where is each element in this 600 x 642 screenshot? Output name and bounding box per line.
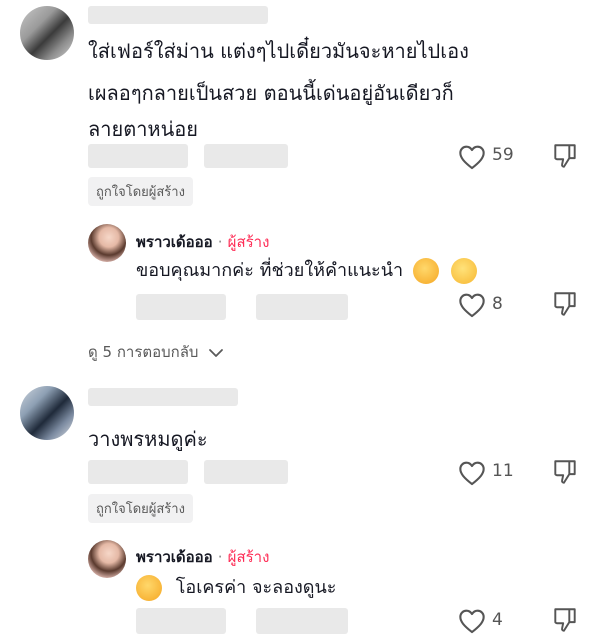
separator-dot: · <box>217 233 223 251</box>
smiling-face-with-hearts-emoji <box>136 575 162 601</box>
separator-dot: · <box>217 548 223 566</box>
heart-outline-icon[interactable] <box>458 144 486 170</box>
view-replies-label: ดู 5 การตอบกลับ <box>88 343 199 361</box>
like-count: 11 <box>492 461 514 481</box>
reply-text-content: โอเครค่า จะลองดูนะ <box>175 577 337 598</box>
smiling-face-with-hearts-emoji <box>412 258 439 284</box>
reply-link-blurred[interactable] <box>256 608 348 634</box>
reply-link-blurred[interactable] <box>256 294 348 320</box>
creator-avatar[interactable] <box>88 540 126 578</box>
thumbs-down-icon[interactable] <box>552 290 578 318</box>
view-replies-button[interactable]: ดู 5 การตอบกลับ <box>88 340 224 364</box>
comment-date-blurred <box>88 460 188 484</box>
thumbs-down-icon[interactable] <box>552 606 578 634</box>
commenter-avatar[interactable] <box>20 6 74 60</box>
liked-by-creator-badge: ถูกใจโดยผู้สร้าง <box>88 177 193 206</box>
like-count: 4 <box>492 610 503 630</box>
reply-author[interactable]: พราวเด้อออ <box>136 233 213 251</box>
like-count: 8 <box>492 294 503 314</box>
liked-by-creator-badge: ถูกใจโดยผู้สร้าง <box>88 494 193 523</box>
creator-tag: ผู้สร้าง <box>227 233 270 251</box>
reply-date-blurred <box>136 608 226 634</box>
heart-outline-icon[interactable] <box>458 460 486 486</box>
like-count: 59 <box>492 145 514 165</box>
commenter-name-blurred[interactable] <box>88 388 238 406</box>
comment-text-line-3: ลายตาหน่อย <box>88 117 199 141</box>
comment-text-line-2: เผลอๆกลายเป็นสวย ตอนนี้เด่นอยู่อันเดียวก… <box>88 81 454 105</box>
heart-outline-icon[interactable] <box>458 292 486 318</box>
chevron-down-icon <box>208 348 223 357</box>
comment-date-blurred <box>88 144 188 168</box>
commenter-avatar[interactable] <box>20 386 74 440</box>
comment-text-line-1: วางพรหมดูค่ะ <box>88 427 208 451</box>
thumbs-down-icon[interactable] <box>552 458 578 486</box>
reply-text-content: ขอบคุณมากค่ะ ที่ช่วยให้คำแนะนำ <box>136 260 404 281</box>
reply-header: พราวเด้อออ · ผู้สร้าง <box>136 545 269 569</box>
thumbs-down-icon[interactable] <box>552 142 578 170</box>
reply-author[interactable]: พราวเด้อออ <box>136 548 213 566</box>
creator-tag: ผู้สร้าง <box>227 548 270 566</box>
reply-text: โอเครค่า จะลองดูนะ <box>136 573 336 603</box>
comment-text-line-1: ใส่เฟอร์ใส่ม่าน แต่งๆไปเดี๋ยวมันจะหายไปเ… <box>88 39 469 63</box>
reply-date-blurred <box>136 294 226 320</box>
heart-outline-icon[interactable] <box>458 608 486 634</box>
grinning-face-emoji <box>450 258 477 284</box>
creator-avatar[interactable] <box>88 224 126 262</box>
reply-header: พราวเด้อออ · ผู้สร้าง <box>136 230 269 254</box>
reply-link-blurred[interactable] <box>204 460 288 484</box>
reply-link-blurred[interactable] <box>204 144 288 168</box>
commenter-name-blurred[interactable] <box>88 6 268 24</box>
reply-text: ขอบคุณมากค่ะ ที่ช่วยให้คำแนะนำ <box>136 256 477 286</box>
